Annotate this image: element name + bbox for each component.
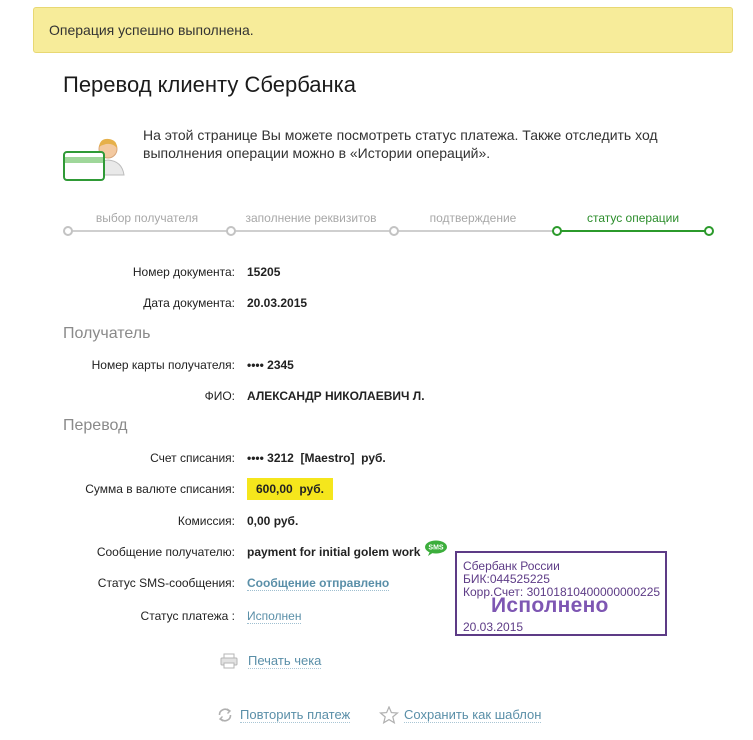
- step-label-2: заполнение реквизитов: [245, 211, 377, 225]
- step-label-3: подтверждение: [429, 211, 517, 225]
- repeat-payment-label: Повторить платеж: [240, 707, 351, 723]
- sms-status-label: Статус SMS-сообщения:: [97, 576, 235, 590]
- payment-status-link[interactable]: Исполнен: [247, 609, 302, 624]
- stamp-status: Исполнено: [491, 594, 609, 617]
- amount-value: 600,00 руб.: [247, 478, 333, 500]
- sms-icon: SMS: [425, 540, 447, 556]
- star-icon: [379, 706, 399, 724]
- doc-date-value: 20.03.2015: [247, 296, 308, 310]
- success-message: Операция успешно выполнена.: [49, 22, 254, 38]
- step-label-4: статус операции: [586, 211, 680, 225]
- stamp-date: 20.03.2015: [463, 620, 524, 634]
- save-template-label: Сохранить как шаблон: [404, 707, 542, 723]
- printer-icon: [220, 653, 238, 669]
- fee-value: 0,00 руб.: [247, 514, 299, 528]
- step-dot-3: [389, 226, 399, 236]
- recipient-section-title: Получатель: [63, 325, 151, 342]
- recipient-card-label: Номер карты получателя:: [91, 358, 235, 372]
- step-dot-end: [704, 226, 714, 236]
- recipient-card-value: •••• 2345: [247, 358, 294, 372]
- sms-status-link[interactable]: Сообщение отправлено: [247, 576, 390, 591]
- message-label: Сообщение получателю:: [96, 545, 235, 559]
- progress-track-2: [231, 230, 394, 232]
- recipient-name-value: АЛЕКСАНДР НИКОЛАЕВИЧ Л.: [247, 389, 425, 403]
- recipient-name-label: ФИО:: [204, 389, 235, 403]
- fee-label: Комиссия:: [177, 514, 235, 528]
- print-receipt-label: Печать чека: [248, 653, 322, 669]
- sms-status-container: Сообщение отправлено: [247, 576, 390, 591]
- sms-badge-text: SMS: [428, 545, 444, 552]
- card-user-icon: [63, 138, 125, 181]
- doc-number-value: 15205: [247, 265, 281, 279]
- progress-track-1: [68, 230, 231, 232]
- success-banner: Операция успешно выполнена.: [33, 7, 733, 53]
- message-value: payment for initial golem work: [247, 545, 421, 559]
- save-template-button[interactable]: Сохранить как шаблон: [379, 706, 542, 724]
- doc-number-label: Номер документа:: [132, 265, 235, 279]
- page-title: Перевод клиенту Сбербанка: [63, 72, 357, 97]
- progress-track-4: [557, 230, 709, 232]
- info-text: На этой странице Вы можете посмотреть ст…: [143, 127, 658, 161]
- bank-stamp: Сбербанк России БИК:044525225 Корр.Счет:…: [455, 551, 667, 636]
- progress-steps: выбор получателя заполнение реквизитов п…: [63, 206, 714, 240]
- payment-status-label: Статус платежа :: [140, 609, 235, 623]
- progress-track-3: [394, 230, 557, 232]
- step-label-1: выбор получателя: [95, 211, 199, 225]
- repeat-payment-button[interactable]: Повторить платеж: [216, 707, 351, 723]
- transfer-section-title: Перевод: [63, 417, 128, 434]
- debit-account-label: Счет списания:: [150, 451, 235, 465]
- payment-status-container: Исполнен: [247, 609, 302, 624]
- doc-date-label: Дата документа:: [143, 296, 235, 310]
- repeat-icon: [218, 708, 232, 722]
- amount-label: Сумма в валюте списания:: [85, 482, 235, 496]
- print-receipt-button[interactable]: Печать чека: [220, 653, 322, 669]
- step-dot-2: [226, 226, 236, 236]
- step-dot-4: [552, 226, 562, 236]
- debit-account-value: •••• 3212 [Maestro] руб.: [247, 451, 386, 465]
- step-dot-1: [63, 226, 73, 236]
